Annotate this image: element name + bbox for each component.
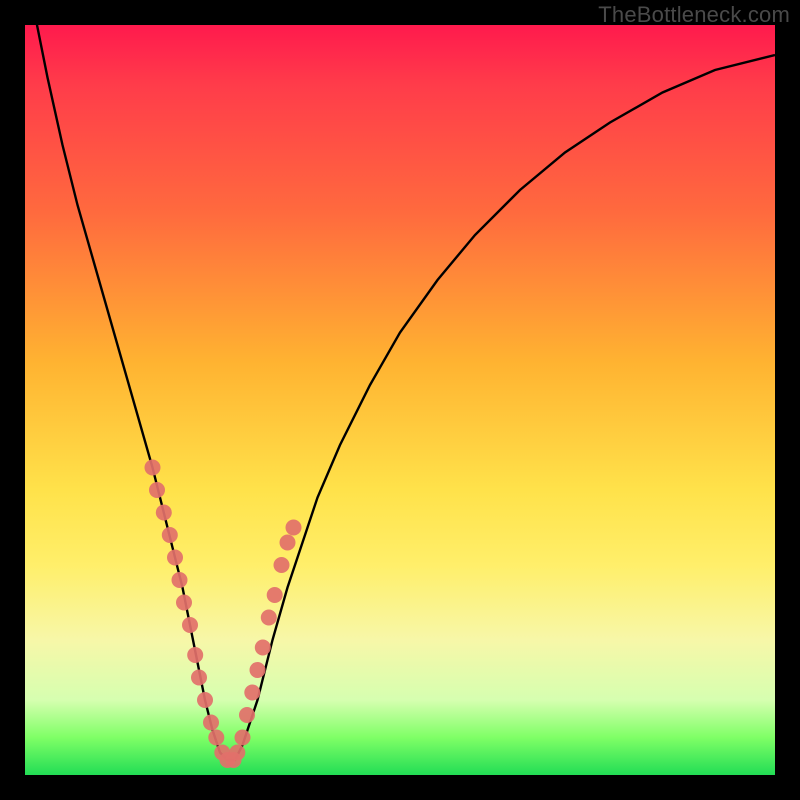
data-point [239, 707, 255, 723]
data-point [235, 730, 251, 746]
data-point [208, 730, 224, 746]
data-point [156, 505, 172, 521]
data-point [261, 610, 277, 626]
data-point [203, 715, 219, 731]
data-point [187, 647, 203, 663]
watermark-text: TheBottleneck.com [598, 2, 790, 28]
data-point [197, 692, 213, 708]
data-point [286, 520, 302, 536]
data-point [167, 550, 183, 566]
plot-area [25, 25, 775, 775]
chart-svg [25, 25, 775, 775]
data-point [229, 745, 245, 761]
data-point [244, 685, 260, 701]
data-point [274, 557, 290, 573]
data-point [172, 572, 188, 588]
curve-layer [33, 25, 776, 760]
data-point [182, 617, 198, 633]
data-point [255, 640, 271, 656]
scatter-layer [145, 460, 302, 769]
data-point [267, 587, 283, 603]
bottleneck-curve [33, 25, 776, 760]
data-point [191, 670, 207, 686]
data-point [162, 527, 178, 543]
data-point [145, 460, 161, 476]
data-point [149, 482, 165, 498]
data-point [176, 595, 192, 611]
chart-frame: TheBottleneck.com [0, 0, 800, 800]
data-point [280, 535, 296, 551]
data-point [250, 662, 266, 678]
